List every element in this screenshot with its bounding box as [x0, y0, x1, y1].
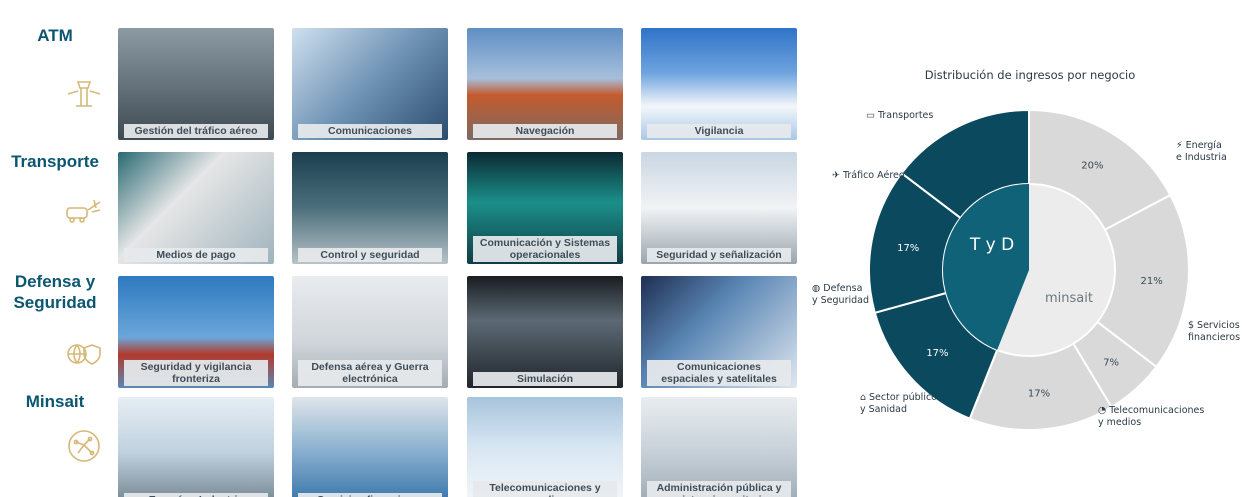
category-label-text: Telecomunicaciones y medios: [1098, 405, 1205, 428]
tile-caption: Simulación: [473, 372, 617, 386]
category-label-text: Sector público y Sanidad: [860, 392, 937, 415]
tile-photo: [118, 397, 274, 497]
value-label-1: 21%: [1140, 276, 1162, 287]
category-label-text: Tráfico Aéreo: [842, 170, 905, 181]
tile-1-0[interactable]: Medios de pago: [118, 152, 274, 264]
value-label-5: 17%: [897, 243, 919, 254]
center-label-tyd: T y D: [969, 235, 1014, 255]
tile-1-1[interactable]: Control y seguridad: [292, 152, 448, 264]
category-label-text: Defensa y Seguridad: [812, 283, 869, 306]
train-plane-icon: [64, 188, 104, 228]
category-label-0: ⚡ Energía e Industria: [1176, 140, 1227, 164]
tile-3-1[interactable]: Servicios financieros: [292, 397, 448, 497]
finance-icon: $: [1188, 320, 1195, 331]
category-label-text: Transportes: [877, 110, 934, 121]
tile-photo: [292, 397, 448, 497]
tile-0-2[interactable]: Navegación: [467, 28, 623, 140]
revenue-chart: Distribución de ingresos por negocio 20%…: [810, 0, 1250, 497]
category-label-text: Servicios financieros: [1188, 320, 1241, 343]
tile-caption: Comunicaciones espaciales y satelitales: [647, 360, 791, 386]
tile-2-0[interactable]: Seguridad y vigilancia fronteriza: [118, 276, 274, 388]
tile-caption: Seguridad y señalización: [647, 248, 791, 262]
tile-caption: Gestión del tráfico aéreo: [124, 124, 268, 138]
tile-2-1[interactable]: Defensa aérea y Guerra electrónica: [292, 276, 448, 388]
tile-2-2[interactable]: Simulación: [467, 276, 623, 388]
train-icon: ▭: [866, 110, 875, 121]
tile-caption: Telecomunicaciones y media: [473, 481, 617, 497]
row-label-2-1: Seguridad: [13, 293, 97, 312]
tile-caption: Vigilancia: [647, 124, 791, 138]
row-label-1-0: Transporte: [11, 152, 99, 171]
network-circle-icon: [64, 426, 104, 466]
tile-caption: Control y seguridad: [298, 248, 442, 262]
tile-caption: Comunicaciones: [298, 124, 442, 138]
globe-icon: ◍: [812, 283, 821, 294]
category-label-6: ▭ Transportes: [866, 110, 933, 122]
tile-2-3[interactable]: Comunicaciones espaciales y satelitales: [641, 276, 797, 388]
value-label-2: 7%: [1103, 358, 1119, 369]
tile-caption: Servicios financieros: [298, 493, 442, 497]
tile-3-0[interactable]: Energía e Industria: [118, 397, 274, 497]
tile-3-3[interactable]: Administración pública y asistencia sani…: [641, 397, 797, 497]
tile-caption: Energía e Industria: [124, 493, 268, 497]
airport-tower-icon: [64, 72, 104, 112]
category-label-4: ◍ Defensa y Seguridad: [812, 283, 869, 307]
tile-3-2[interactable]: Telecomunicaciones y media: [467, 397, 623, 497]
tile-caption: Medios de pago: [124, 248, 268, 262]
tile-caption: Defensa aérea y Guerra electrónica: [298, 360, 442, 386]
tile-1-2[interactable]: Comunicación y Sistemas operacionales: [467, 152, 623, 264]
category-label-3: ⌂ Sector público y Sanidad: [860, 392, 937, 416]
row-label-2-0: Defensa y: [14, 272, 96, 291]
globe-shield-icon: [64, 334, 104, 374]
tile-0-1[interactable]: Comunicaciones: [292, 28, 448, 140]
center-label-minsait: minsait: [1045, 291, 1093, 306]
category-label-1: $ Servicios financieros: [1188, 320, 1240, 344]
category-label-text: Energía e Industria: [1176, 140, 1227, 163]
value-label-3: 17%: [1028, 389, 1050, 400]
tile-0-3[interactable]: Vigilancia: [641, 28, 797, 140]
tile-caption: Comunicación y Sistemas operacionales: [473, 236, 617, 262]
value-label-4: 17%: [926, 348, 948, 359]
airplane-icon: ✈: [832, 170, 840, 181]
tile-caption: Seguridad y vigilancia fronteriza: [124, 360, 268, 386]
tile-0-0[interactable]: Gestión del tráfico aéreo: [118, 28, 274, 140]
tile-caption: Navegación: [473, 124, 617, 138]
public-building-icon: ⌂: [860, 392, 867, 403]
value-label-0: 20%: [1081, 161, 1103, 172]
power-tower-icon: ⚡: [1176, 140, 1183, 151]
row-label-3-0: Minsait: [25, 392, 85, 411]
tile-1-3[interactable]: Seguridad y señalización: [641, 152, 797, 264]
tile-caption: Administración pública y asistencia sani…: [647, 481, 791, 497]
row-label-0-0: ATM: [37, 26, 73, 45]
category-label-5: ✈ Tráfico Aéreo: [832, 170, 905, 182]
satellite-dish-icon: ◔: [1098, 405, 1107, 416]
category-label-2: ◔ Telecomunicaciones y medios: [1098, 405, 1204, 429]
